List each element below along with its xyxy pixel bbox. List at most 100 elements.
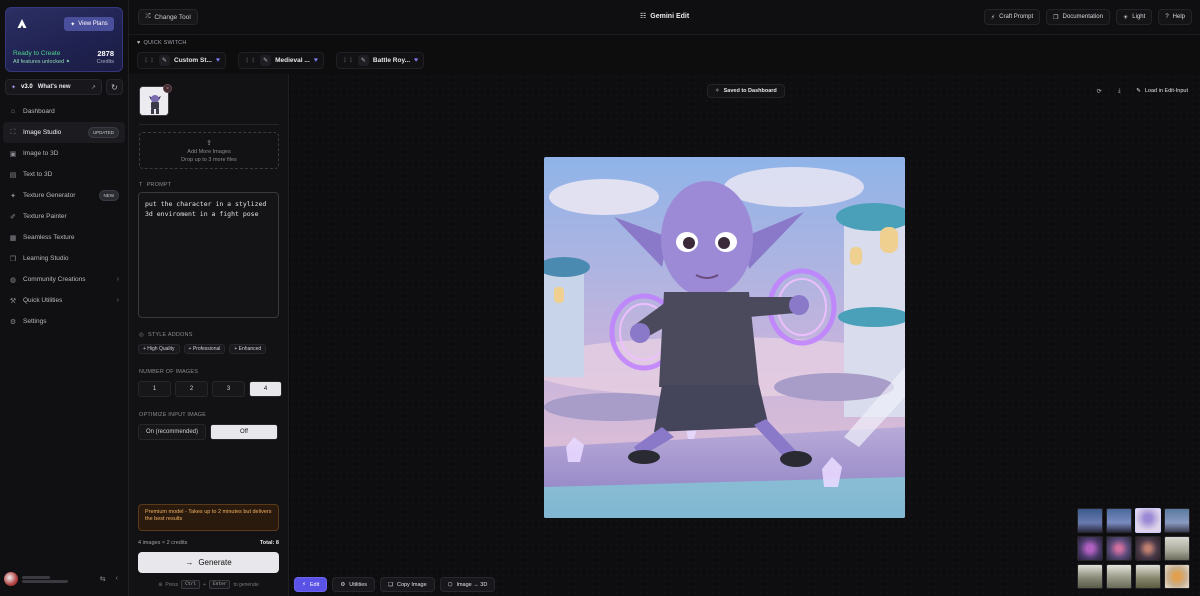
remove-image-button[interactable]: × [163, 84, 172, 93]
quick-switch-item[interactable]: ⋮⋮ ✎ Medieval ... ♥ [238, 52, 324, 69]
sliders-icon[interactable]: ⇆ [100, 575, 106, 583]
change-tool-label: Change Tool [154, 13, 191, 21]
number-option-4[interactable]: 4 [249, 381, 282, 397]
history-icon: ↻ [111, 82, 118, 92]
pencil-icon: ✎ [260, 55, 272, 66]
number-of-images-selector: 1234 [138, 381, 282, 397]
prompt-input[interactable] [138, 192, 279, 318]
result-thumbnail[interactable] [1106, 536, 1132, 561]
history-button[interactable]: ↻ [106, 79, 123, 95]
collapse-icon[interactable]: ‹ [116, 575, 118, 583]
view-plans-button[interactable]: ✦ View Plans [64, 17, 114, 31]
sidebar-item-seamless-texture[interactable]: ▦ Seamless Texture [3, 227, 125, 248]
generate-button[interactable]: → Generate [138, 552, 279, 573]
heart-icon: ♥ [137, 40, 141, 46]
sidebar-item-image-studio[interactable]: ⛶ Image Studio UPDATED [3, 122, 125, 143]
heart-icon[interactable]: ♥ [314, 57, 318, 64]
sidebar-item-texture-generator[interactable]: ✦ Texture Generator NEW [3, 185, 125, 206]
saved-badge: ✧ Saved to Dashboard [707, 84, 785, 98]
quick-switch-item[interactable]: ⋮⋮ ✎ Custom St... ♥ [137, 52, 227, 69]
upload-dropzone[interactable]: ⇪ Add More Images Drop up to 3 more file… [139, 132, 279, 169]
number-option-1[interactable]: 1 [138, 381, 171, 397]
download-button[interactable]: ⤓ [1112, 84, 1126, 98]
number-option-3[interactable]: 3 [212, 381, 245, 397]
number-option-2[interactable]: 2 [175, 381, 208, 397]
result-thumbnail[interactable] [1077, 536, 1103, 561]
result-thumbnail[interactable] [1164, 536, 1190, 561]
heart-icon[interactable]: ♥ [414, 57, 418, 64]
result-thumbnail[interactable] [1106, 564, 1132, 589]
result-thumbnail[interactable] [1164, 564, 1190, 589]
style-addons: + High Quality + Professional + Enhanced [138, 344, 267, 354]
craft-prompt-label: Craft Prompt [999, 14, 1034, 20]
light-label: Light [1132, 14, 1146, 20]
craft-prompt-button[interactable]: ⚡ Craft Prompt [983, 9, 1041, 25]
heart-icon[interactable]: ♥ [216, 57, 220, 64]
load-edit-input-button[interactable]: ✎ Load in Edit-Input [1132, 84, 1192, 98]
style-addon-chip[interactable]: + Professional [183, 344, 226, 354]
generated-character-image [544, 157, 905, 518]
image-3d-button[interactable]: ⬡ Image → 3D [439, 577, 496, 592]
sidebar-item-dashboard[interactable]: ⌂ Dashboard [3, 101, 125, 122]
upload-icon: ⇪ [206, 139, 212, 147]
style-addon-chip[interactable]: + High Quality [138, 344, 180, 354]
quick-switch-row: ⋮⋮ ✎ Custom St... ♥ ⋮⋮ ✎ Medieval ... ♥ ⋮⋮ ✎ Battl… [137, 52, 425, 69]
utilities-button[interactable]: ⚙ Utilities [332, 577, 376, 592]
result-thumbnail[interactable] [1135, 564, 1161, 589]
change-tool-button[interactable]: ⤮ Change Tool [138, 9, 198, 25]
copy-image-button[interactable]: ❏ Copy Image [380, 577, 435, 592]
sparkle-icon: ✦ [10, 192, 16, 200]
sparkle-icon: ✧ [715, 88, 720, 94]
number-of-images-text: NUMBER OF IMAGES [139, 369, 199, 375]
edit-button[interactable]: ⚡ Edit [294, 577, 328, 592]
home-icon: ⌂ [10, 108, 16, 115]
help-button[interactable]: ? Help [1158, 9, 1192, 25]
sparkle-icon: ✦ [11, 84, 17, 91]
user-profile[interactable]: ⇆ ‹ [4, 570, 124, 588]
control-panel: × ⇪ Add More Images Drop up to 3 more fi… [129, 74, 289, 596]
help-icon: ? [1165, 14, 1169, 20]
result-thumbnail[interactable] [1164, 508, 1190, 533]
optimize-option-on[interactable]: On (recommended) [138, 424, 206, 440]
enter-key: Enter [208, 580, 231, 589]
sidebar-item-learning-studio[interactable]: ❐ Learning Studio [3, 248, 125, 269]
whats-new-button[interactable]: ✦ v3.0 What's new ↗ [5, 79, 102, 95]
regenerate-button[interactable]: ⟳ [1092, 84, 1106, 98]
prompt-label-text: PROMPT [146, 182, 172, 188]
result-thumbnail[interactable] [1106, 508, 1132, 533]
result-thumbnail[interactable] [1077, 508, 1103, 533]
pencil-icon: ✎ [159, 55, 170, 66]
quick-switch-text: QUICK SWITCH [143, 40, 187, 46]
quick-switch-item-label: Battle Roy... [372, 57, 411, 64]
sidebar-item-text-to-3d[interactable]: ▤ Text to 3D [3, 164, 125, 185]
sidebar-item-community-creations[interactable]: ◍ Community Creations › [3, 269, 125, 290]
hint-plus: + [203, 581, 206, 588]
drag-handle-icon[interactable]: ⋮⋮ [244, 57, 256, 64]
top-header: ⤮ Change Tool ☷ Gemini Edit ⚡ Craft Promp… [129, 0, 1200, 35]
sidebar-item-settings[interactable]: ⚙ Settings [3, 311, 125, 332]
quick-switch-item-label: Medieval ... [275, 57, 310, 64]
sidebar-item-label: Quick Utilities [23, 297, 63, 304]
documentation-button[interactable]: ❐ Documentation [1046, 9, 1110, 25]
quick-switch-item[interactable]: ⋮⋮ ✎ Battle Roy... ♥ [335, 52, 425, 69]
result-thumbnail[interactable] [1135, 536, 1161, 561]
sidebar-item-texture-painter[interactable]: ✐ Texture Painter [3, 206, 125, 227]
generated-image[interactable] [544, 157, 905, 518]
drag-handle-icon[interactable]: ⋮⋮ [143, 57, 155, 64]
redacted-line [22, 575, 50, 579]
features-status: All features unlocked ✦ [13, 59, 70, 65]
book-icon: ❐ [1053, 14, 1059, 21]
sidebar-item-image-to-3d[interactable]: ▣ Image to 3D [3, 143, 125, 164]
page-title-text: Gemini Edit [650, 12, 690, 20]
drag-handle-icon[interactable]: ⋮⋮ [342, 57, 354, 64]
sidebar-item-label: Image to 3D [23, 150, 59, 157]
light-button[interactable]: ☀ Light [1115, 9, 1153, 25]
result-thumbnail[interactable] [1077, 564, 1103, 589]
nav-badge: UPDATED [87, 127, 119, 138]
chevron-right-icon: › [116, 297, 119, 304]
result-thumbnail-selected[interactable] [1135, 508, 1161, 533]
style-addon-chip[interactable]: + Enhanced [229, 344, 267, 354]
optimize-option-off[interactable]: Off [210, 424, 278, 440]
sidebar-item-quick-utilities[interactable]: ⚒ Quick Utilities › [3, 290, 125, 311]
trash-icon: × [166, 85, 169, 92]
